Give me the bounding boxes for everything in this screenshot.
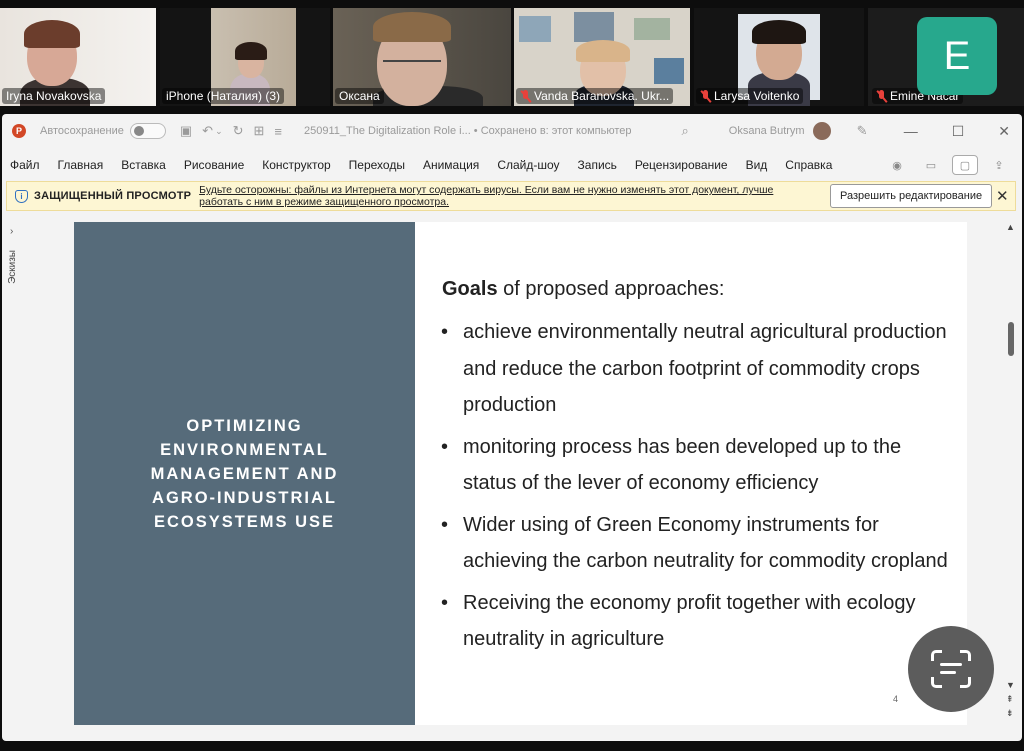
menu-design[interactable]: Конструктор (253, 158, 339, 172)
protected-view-label: ЗАЩИЩЕННЫЙ ПРОСМОТР (34, 190, 192, 202)
participant-name: Iryna Novakovska (2, 88, 106, 104)
customize-toolbar-icon[interactable]: ≡ (274, 124, 282, 139)
maximize-icon[interactable]: ☐ (952, 123, 965, 140)
menu-transitions[interactable]: Переходы (340, 158, 414, 172)
menu-animations[interactable]: Анимация (414, 158, 488, 172)
participant-tile[interactable]: Vanda Baranovska. Ukr... (514, 8, 690, 106)
list-item: Receiving the economy profit together wi… (439, 585, 959, 658)
participant-tile[interactable]: Larysa Voitenko (694, 8, 864, 106)
scroll-down-icon[interactable]: ▼ (1006, 680, 1015, 690)
next-slide-icon[interactable]: ⇟ (1006, 708, 1014, 719)
pen-icon[interactable]: ✎ (857, 123, 868, 139)
powerpoint-logo-icon: P (12, 124, 26, 138)
shield-icon: i (15, 189, 28, 203)
redo-icon[interactable]: ↻ (233, 123, 244, 139)
chevron-down-icon[interactable]: ⌄ (215, 126, 223, 137)
goals-list: achieve environmentally neutral agricult… (439, 314, 959, 663)
thumbnails-label: Эскизы (7, 250, 18, 284)
autosave-toggle[interactable] (129, 123, 166, 139)
title-bar: P Автосохранение ▣ ↶ ⌄ ↻ ⊞ ≡ 250911_The … (2, 114, 1022, 148)
comments-icon[interactable]: ▢ (952, 155, 978, 175)
close-banner-icon[interactable]: ✕ (996, 187, 1009, 205)
record-icon[interactable]: ◉ (884, 155, 910, 175)
menu-insert[interactable]: Вставка (112, 158, 175, 172)
share-icon[interactable]: ⇪ (986, 155, 1012, 175)
protected-view-message[interactable]: Будьте осторожны: файлы из Интернета мог… (199, 184, 799, 208)
menu-draw[interactable]: Рисование (175, 158, 253, 172)
close-icon[interactable]: ✕ (998, 123, 1010, 140)
menu-slideshow[interactable]: Слайд-шоу (488, 158, 568, 172)
thumbnails-pane[interactable]: › Эскизы (2, 216, 26, 741)
menu-file[interactable]: Файл (2, 158, 49, 172)
menu-help[interactable]: Справка (776, 158, 841, 172)
slide-canvas[interactable]: OPTIMIZING ENVIRONMENTAL MANAGEMENT AND … (74, 222, 967, 725)
mic-muted-icon (700, 89, 711, 103)
participant-name: Larysa Voitenko (696, 88, 804, 104)
scroll-up-icon[interactable]: ▲ (1006, 222, 1015, 232)
participant-name: Vanda Baranovska. Ukr... (516, 88, 674, 104)
enable-editing-button[interactable]: Разрешить редактирование (830, 184, 993, 208)
ribbon-menu: Файл Главная Вставка Рисование Конструкт… (2, 152, 1022, 178)
participant-tile[interactable]: Iryna Novakovska (0, 8, 156, 106)
text-scan-button[interactable] (908, 626, 994, 712)
vertical-scrollbar[interactable]: ▲ ▼ ⇞ ⇟ (1002, 222, 1020, 727)
autosave-label: Автосохранение (40, 125, 124, 137)
previous-slide-icon[interactable]: ⇞ (1006, 694, 1014, 705)
search-icon[interactable]: ⌕ (682, 123, 689, 139)
save-icon[interactable]: ▣ (180, 123, 192, 139)
participant-tile-active[interactable]: Оксана (333, 8, 511, 106)
list-item: Wider using of Green Economy instruments… (439, 507, 959, 580)
video-call-screen: Iryna Novakovska iPhone (Наталия) (3) Ок… (0, 0, 1024, 751)
slide-title-panel: OPTIMIZING ENVIRONMENTAL MANAGEMENT AND … (74, 222, 415, 725)
text-scan-icon (931, 650, 971, 688)
minimize-icon[interactable]: — (904, 123, 918, 140)
list-item: achieve environmentally neutral agricult… (439, 314, 959, 424)
mic-muted-icon (520, 89, 531, 103)
goals-heading: Goals of proposed approaches: (442, 278, 725, 300)
participant-name: iPhone (Наталия) (3) (162, 88, 285, 104)
menu-review[interactable]: Рецензирование (626, 158, 737, 172)
slide-number: 4 (893, 694, 899, 704)
participant-name: Оксана (335, 88, 384, 104)
document-title[interactable]: 250911_The Digitalization Role i... • Со… (304, 125, 631, 137)
present-icon[interactable]: ▭ (918, 155, 944, 175)
participant-avatar: E (917, 17, 997, 95)
present-icon[interactable]: ⊞ (254, 123, 265, 139)
menu-record[interactable]: Запись (569, 158, 626, 172)
menu-home[interactable]: Главная (49, 158, 113, 172)
protected-view-banner: i ЗАЩИЩЕННЫЙ ПРОСМОТР Будьте осторожны: … (6, 181, 1016, 211)
mic-muted-icon (876, 89, 887, 103)
user-name[interactable]: Oksana Butrym (729, 125, 805, 137)
powerpoint-window: P Автосохранение ▣ ↶ ⌄ ↻ ⊞ ≡ 250911_The … (2, 114, 1022, 741)
user-avatar[interactable] (812, 122, 831, 140)
scrollbar-thumb[interactable] (1008, 322, 1014, 356)
list-item: monitoring process has been developed up… (439, 429, 959, 502)
undo-icon[interactable]: ↶ (202, 123, 213, 139)
participant-tile[interactable]: iPhone (Наталия) (3) (160, 8, 330, 106)
slide-title: OPTIMIZING ENVIRONMENTAL MANAGEMENT AND … (150, 416, 339, 531)
chevron-right-icon[interactable]: › (10, 226, 13, 237)
menu-view[interactable]: Вид (737, 158, 777, 172)
